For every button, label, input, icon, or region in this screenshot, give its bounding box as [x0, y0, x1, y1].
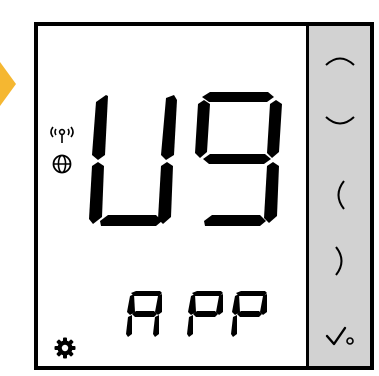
globe-icon [52, 154, 72, 174]
sub-display-text [126, 291, 267, 337]
chevron-left-icon [337, 180, 345, 210]
chevron-up-icon [324, 57, 355, 66]
pointer-arrow-icon [0, 62, 16, 106]
main-display-digits [89, 92, 282, 226]
thermostat-device: U9 [34, 22, 374, 370]
down-button[interactable] [309, 94, 370, 150]
thermostat-illustration: U9 [0, 0, 379, 376]
button-panel [309, 26, 370, 366]
wireless-signal-icon [50, 126, 74, 143]
gear-icon [54, 337, 76, 359]
sub-display-label: A PP [38, 26, 39, 27]
left-button[interactable] [309, 167, 370, 223]
up-button[interactable] [309, 32, 370, 88]
chevron-right-icon [334, 246, 342, 276]
lcd-screen: U9 [38, 26, 306, 366]
checkmark-icon [325, 326, 354, 346]
confirm-button[interactable] [309, 308, 370, 364]
right-button[interactable] [309, 233, 370, 289]
main-display-text: U9 [38, 26, 39, 27]
chevron-down-icon [324, 116, 355, 125]
